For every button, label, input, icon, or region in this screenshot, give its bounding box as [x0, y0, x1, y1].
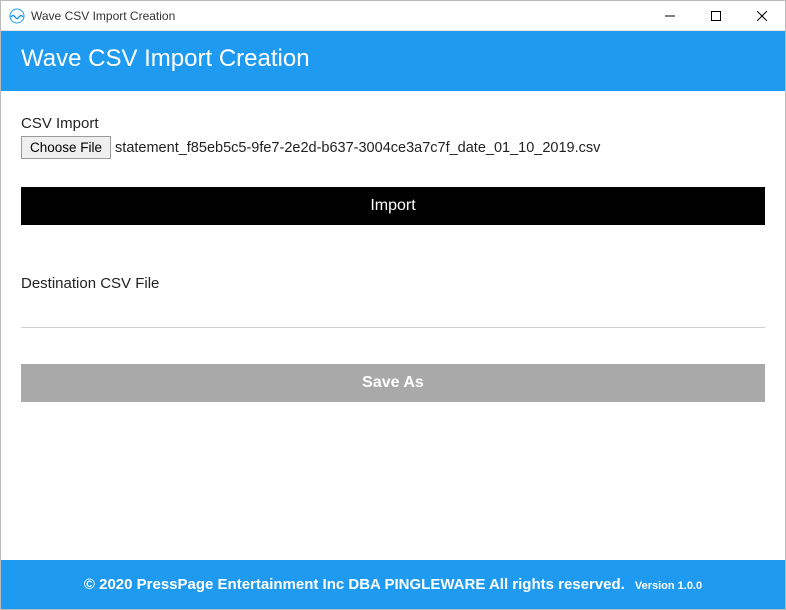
version-text: Version 1.0.0 [635, 580, 702, 592]
copyright-text: © 2020 PressPage Entertainment Inc DBA P… [84, 576, 625, 593]
choose-file-button[interactable]: Choose File [21, 136, 111, 159]
app-header: Wave CSV Import Creation [1, 31, 785, 91]
main-content: CSV Import Choose File statement_f85eb5c… [1, 91, 785, 560]
file-chooser-row: Choose File statement_f85eb5c5-9fe7-2e2d… [21, 136, 765, 159]
destination-input[interactable] [21, 306, 765, 326]
maximize-icon [711, 11, 721, 21]
app-window: Wave CSV Import Creation Wave CSV Import… [0, 0, 786, 610]
window-title: Wave CSV Import Creation [31, 9, 175, 23]
csv-import-label: CSV Import [21, 115, 765, 132]
close-button[interactable] [739, 1, 785, 31]
minimize-icon [665, 11, 675, 21]
save-as-button[interactable]: Save As [21, 364, 765, 402]
close-icon [757, 11, 767, 21]
minimize-button[interactable] [647, 1, 693, 31]
import-button[interactable]: Import [21, 187, 765, 225]
selected-file-name: statement_f85eb5c5-9fe7-2e2d-b637-3004ce… [115, 140, 600, 156]
maximize-button[interactable] [693, 1, 739, 31]
page-title: Wave CSV Import Creation [21, 45, 765, 73]
destination-label: Destination CSV File [21, 275, 765, 292]
app-icon [9, 8, 25, 24]
destination-input-row [21, 306, 765, 328]
footer: © 2020 PressPage Entertainment Inc DBA P… [1, 560, 785, 609]
titlebar: Wave CSV Import Creation [1, 1, 785, 31]
